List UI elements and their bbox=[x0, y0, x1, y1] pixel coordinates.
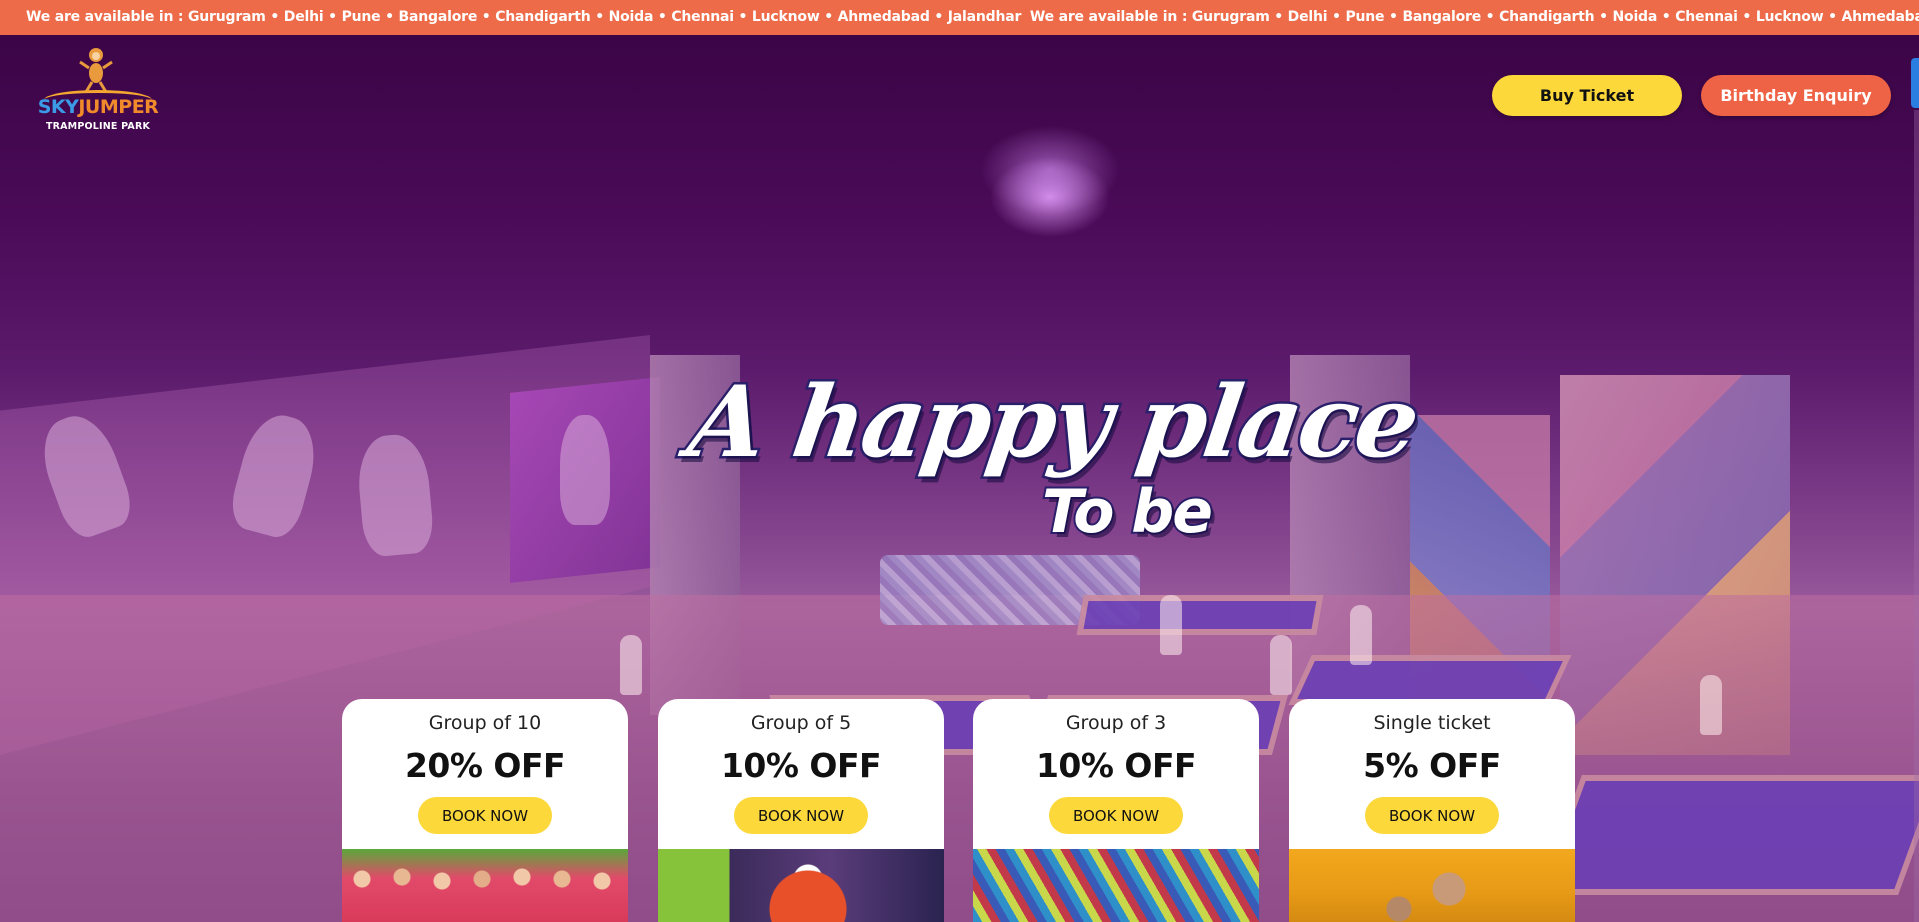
book-now-button[interactable]: BOOK NOW bbox=[734, 797, 868, 834]
logo-brand-jumper: JUMPER bbox=[78, 96, 159, 118]
offer-photo bbox=[973, 849, 1259, 922]
offer-title: Group of 10 bbox=[428, 712, 542, 734]
offer-photo bbox=[342, 849, 628, 922]
person bbox=[1270, 635, 1292, 695]
ticker-text: We are available in : Gurugram • Delhi •… bbox=[26, 9, 1022, 25]
offer-photo bbox=[658, 849, 944, 922]
offer-discount: 20% OFF bbox=[404, 746, 566, 785]
person bbox=[620, 635, 642, 695]
ceiling-light bbox=[980, 125, 1120, 215]
hero-headline: A happy place To be bbox=[679, 363, 1425, 550]
trampoline bbox=[1288, 655, 1572, 705]
person bbox=[1700, 675, 1722, 735]
offer-card-group-3: Group of 3 10% OFF BOOK NOW bbox=[973, 699, 1259, 922]
trampoline bbox=[1538, 775, 1919, 895]
headline-main: A happy place bbox=[679, 363, 1425, 483]
offer-title: Group of 3 bbox=[1065, 712, 1167, 734]
offer-discount: 10% OFF bbox=[1035, 746, 1197, 785]
sky-jumper-logo[interactable]: SKYJUMPER TRAMPOLINE PARK bbox=[34, 46, 162, 136]
wall-silhouette bbox=[560, 415, 610, 525]
headline-sub: To be bbox=[1040, 475, 1215, 549]
availability-ticker: We are available in : Gurugram • Delhi •… bbox=[0, 0, 1919, 35]
person bbox=[1160, 595, 1182, 655]
trampoline bbox=[1076, 595, 1324, 635]
monkey-mascot-icon bbox=[79, 48, 113, 93]
ticker-text-repeat: We are available in : Gurugram • Delhi •… bbox=[1029, 9, 1919, 25]
offer-photo bbox=[1289, 849, 1575, 922]
offer-title: Single ticket bbox=[1373, 712, 1491, 734]
offer-title: Group of 5 bbox=[750, 712, 852, 734]
book-now-button[interactable]: BOOK NOW bbox=[1049, 797, 1183, 834]
offer-cards: Group of 10 20% OFF BOOK NOW Group of 5 … bbox=[342, 699, 1575, 922]
logo-subtitle: TRAMPOLINE PARK bbox=[45, 121, 151, 132]
book-now-button[interactable]: BOOK NOW bbox=[1365, 797, 1499, 834]
birthday-enquiry-button[interactable]: Birthday Enquiry bbox=[1701, 75, 1891, 116]
logo-brand-sky: SKY bbox=[37, 96, 79, 118]
offer-card-single: Single ticket 5% OFF BOOK NOW bbox=[1289, 699, 1575, 922]
logo-brand: SKYJUMPER bbox=[34, 96, 162, 118]
side-widget-tab[interactable] bbox=[1911, 58, 1919, 108]
book-now-button[interactable]: BOOK NOW bbox=[418, 797, 552, 834]
person bbox=[1350, 605, 1372, 665]
offer-discount: 5% OFF bbox=[1363, 746, 1501, 785]
offer-discount: 10% OFF bbox=[720, 746, 882, 785]
scrollbar[interactable] bbox=[1914, 110, 1919, 922]
offer-card-group-10: Group of 10 20% OFF BOOK NOW bbox=[342, 699, 628, 922]
buy-ticket-button[interactable]: Buy Ticket bbox=[1492, 75, 1682, 116]
offer-card-group-5: Group of 5 10% OFF BOOK NOW bbox=[658, 699, 944, 922]
